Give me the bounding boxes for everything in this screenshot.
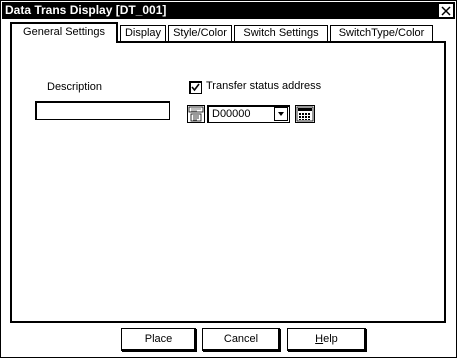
checkmark-icon bbox=[191, 83, 200, 92]
address-type-button[interactable] bbox=[187, 105, 205, 123]
title-bar: Data Trans Display [DT_001] bbox=[2, 2, 455, 19]
tab-general-settings[interactable]: General Settings bbox=[10, 22, 118, 43]
close-button[interactable] bbox=[438, 3, 454, 18]
tab-label: Style/Color bbox=[173, 27, 227, 39]
keypad-icon bbox=[296, 106, 314, 122]
window-title: Data Trans Display [DT_001] bbox=[5, 3, 167, 17]
cancel-button[interactable]: Cancel bbox=[202, 328, 280, 351]
close-icon bbox=[441, 5, 451, 16]
tab-label: General Settings bbox=[23, 26, 105, 38]
place-label: Place bbox=[144, 333, 173, 345]
help-label: Help bbox=[315, 333, 338, 345]
description-input[interactable] bbox=[35, 101, 170, 120]
chevron-down-icon bbox=[278, 112, 284, 116]
tab-switchtype-color[interactable]: SwitchType/Color bbox=[330, 25, 433, 42]
address-value: D00000 bbox=[212, 108, 251, 120]
description-label: Description bbox=[47, 81, 103, 93]
address-combobox[interactable]: D00000 bbox=[207, 105, 290, 123]
tab-label: SwitchType/Color bbox=[338, 27, 425, 39]
place-button[interactable]: Place bbox=[121, 328, 196, 351]
transfer-status-checkbox[interactable] bbox=[189, 81, 202, 94]
tab-display[interactable]: Display bbox=[120, 25, 166, 42]
general-settings-panel: Description Transfer status address D000… bbox=[10, 41, 446, 323]
address-word-icon bbox=[188, 106, 204, 122]
tab-label: Switch Settings bbox=[243, 27, 319, 39]
tab-switch-settings[interactable]: Switch Settings bbox=[234, 25, 328, 42]
transfer-status-label: Transfer status address bbox=[206, 80, 322, 92]
keypad-button[interactable] bbox=[295, 105, 315, 123]
tab-style-color[interactable]: Style/Color bbox=[168, 25, 232, 42]
cancel-label: Cancel bbox=[223, 333, 259, 345]
help-button[interactable]: Help bbox=[287, 328, 366, 351]
combo-dropdown-button[interactable] bbox=[274, 107, 288, 121]
tab-bar: General Settings Display Style/Color Swi… bbox=[10, 22, 446, 43]
tab-label: Display bbox=[124, 27, 162, 39]
